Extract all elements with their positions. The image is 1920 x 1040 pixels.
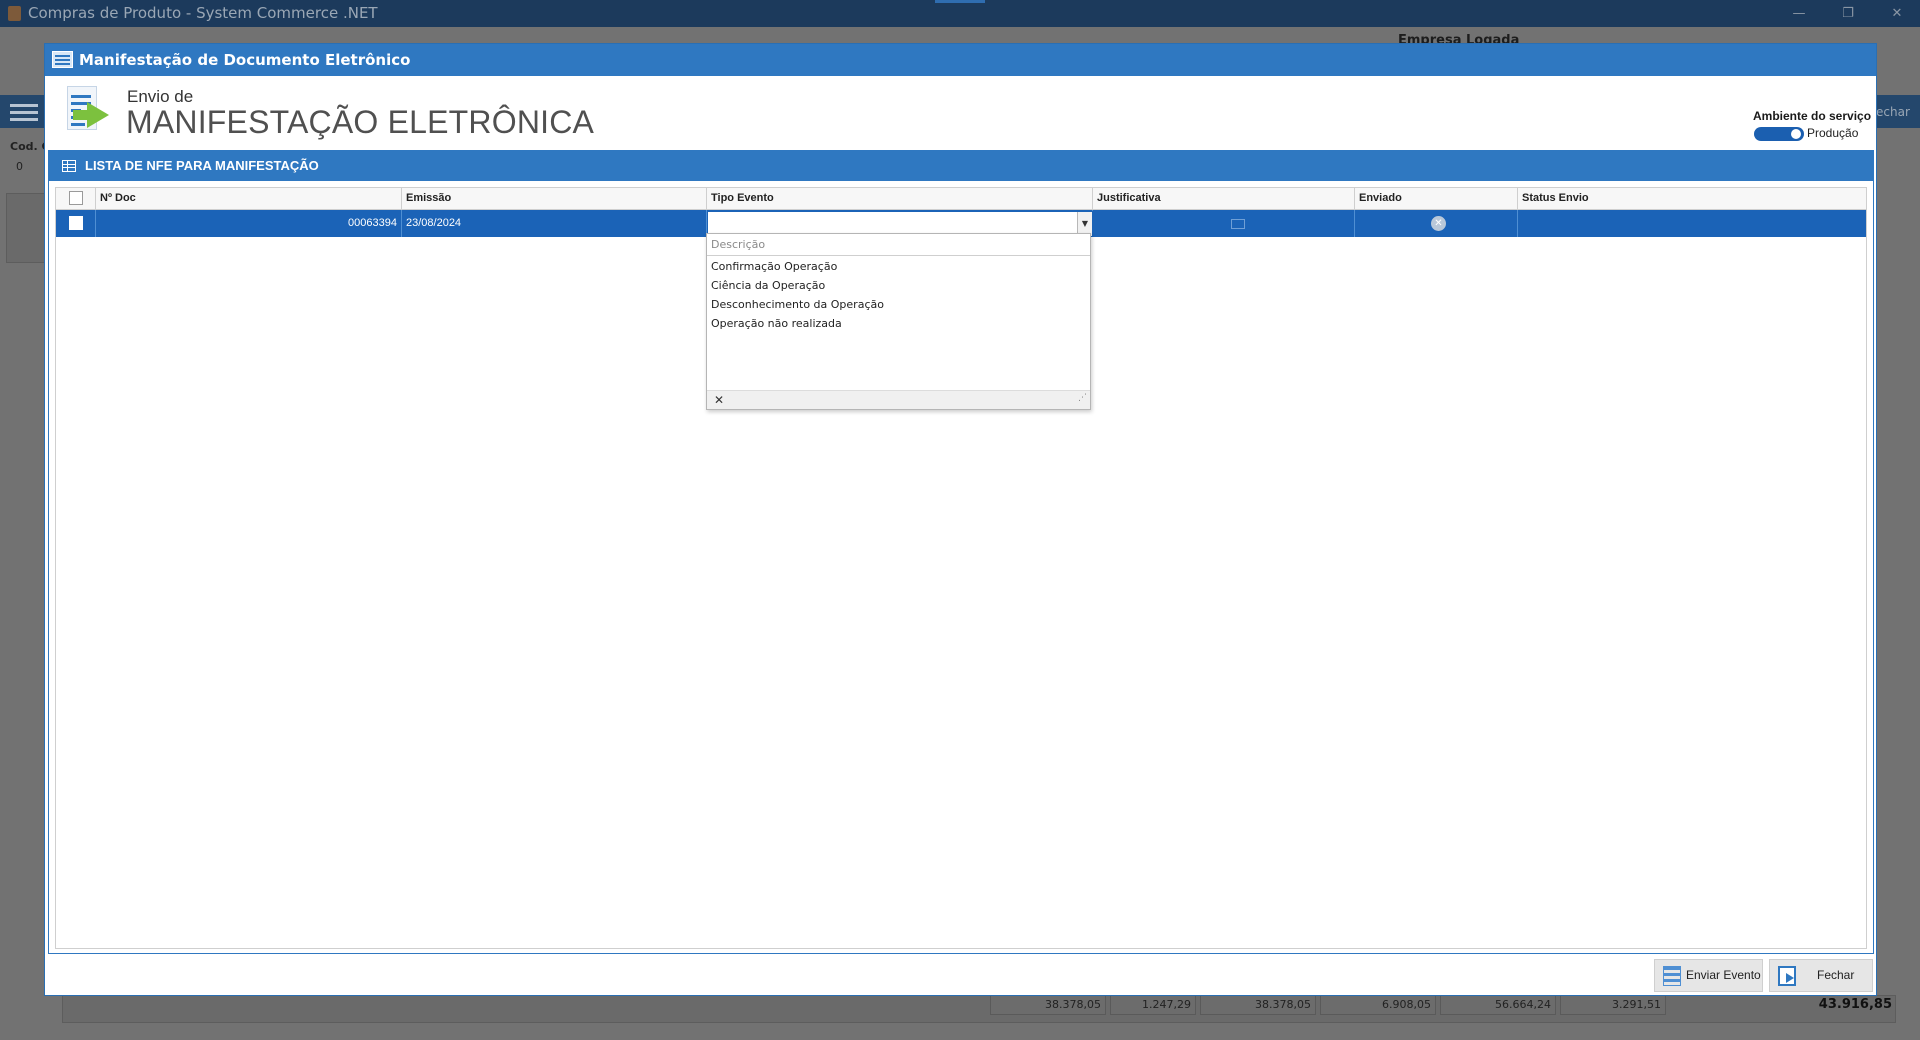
minimize-icon[interactable]: — (1776, 0, 1822, 27)
app-window-title: Compras de Produto - System Commerce .NE… (28, 4, 378, 22)
col-header-emissao[interactable]: Emissão (402, 188, 707, 209)
row-checkbox[interactable] (69, 216, 83, 230)
option-desconhecimento[interactable]: Desconhecimento da Operação (707, 295, 1090, 314)
col-header-justificativa[interactable]: Justificativa (1093, 188, 1355, 209)
not-sent-icon: ✕ (1431, 216, 1446, 231)
cell-emissao: 23/08/2024 (402, 210, 707, 237)
table-icon (62, 160, 76, 172)
enviar-evento-button[interactable]: Enviar Evento (1654, 959, 1763, 992)
option-nao-realizada[interactable]: Operação não realizada (707, 314, 1090, 333)
fechar-link[interactable]: echar (1876, 105, 1910, 119)
header-title: MANIFESTAÇÃO ELETRÔNICA (126, 104, 595, 140)
exit-icon (1778, 966, 1796, 986)
dropdown-footer: ✕ ⋰ (707, 390, 1090, 409)
dropdown-header: Descrição (707, 234, 1090, 256)
total-cell: 3.291,51 (1560, 995, 1666, 1015)
total-cell: 1.247,29 (1110, 995, 1196, 1015)
total-cell: 38.378,05 (990, 995, 1106, 1015)
document-send-icon (63, 86, 117, 138)
panel-header: LISTA DE NFE PARA MANIFESTAÇÃO (49, 151, 1873, 181)
option-confirmacao[interactable]: Confirmação Operação (707, 257, 1090, 276)
col-header-doc[interactable]: Nº Doc (96, 188, 402, 209)
panel-title: LISTA DE NFE PARA MANIFESTAÇÃO (85, 158, 319, 173)
environment-label: Ambiente do serviço (1753, 109, 1872, 123)
fechar-button[interactable]: Fechar (1769, 959, 1873, 992)
col-header-tipo-evento[interactable]: Tipo Evento (707, 188, 1093, 209)
cell-status-envio (1518, 210, 1866, 237)
environment-value: Produção (1807, 126, 1859, 140)
cell-doc: 00063394 (96, 210, 402, 237)
app-icon (8, 6, 21, 21)
total-cell: 56.664,24 (1440, 995, 1556, 1015)
select-all-header (56, 188, 96, 209)
app-titlebar: Compras de Produto - System Commerce .NE… (0, 0, 1920, 27)
cod-value: 0 (16, 160, 23, 173)
close-window-icon[interactable]: ✕ (1874, 0, 1920, 27)
close-icon[interactable]: ✕ (714, 391, 724, 410)
resize-grip-icon[interactable]: ⋰ (1078, 393, 1087, 403)
side-panel (6, 193, 46, 263)
cell-justificativa (1093, 210, 1355, 237)
window-icon (52, 51, 73, 68)
environment-toggle[interactable] (1754, 127, 1804, 141)
grand-total: 43.916,85 (1818, 997, 1892, 1012)
total-cell: 6.908,05 (1320, 995, 1436, 1015)
tipo-evento-dropdown: Descrição Confirmação Operação Ciência d… (706, 233, 1091, 410)
row-select-cell (56, 210, 96, 237)
option-ciencia[interactable]: Ciência da Operação (707, 276, 1090, 295)
total-cell: 38.378,05 (1200, 995, 1316, 1015)
menu-icon[interactable] (10, 101, 38, 123)
justificativa-edit-icon[interactable] (1231, 219, 1245, 229)
manifestacao-dialog: Manifestação de Documento Eletrônico Env… (44, 43, 1877, 996)
select-all-checkbox[interactable] (69, 191, 83, 205)
restore-icon[interactable]: ❐ (1825, 0, 1871, 27)
dialog-titlebar: Manifestação de Documento Eletrônico (45, 44, 1876, 76)
dialog-title: Manifestação de Documento Eletrônico (79, 51, 411, 69)
taskbar-indicator (935, 0, 985, 3)
send-list-icon (1663, 966, 1681, 986)
col-header-status-envio[interactable]: Status Envio (1518, 188, 1866, 209)
grid-header: Nº Doc Emissão Tipo Evento Justificativa… (56, 188, 1866, 210)
col-header-enviado[interactable]: Enviado (1355, 188, 1518, 209)
tipo-evento-value (708, 217, 712, 230)
